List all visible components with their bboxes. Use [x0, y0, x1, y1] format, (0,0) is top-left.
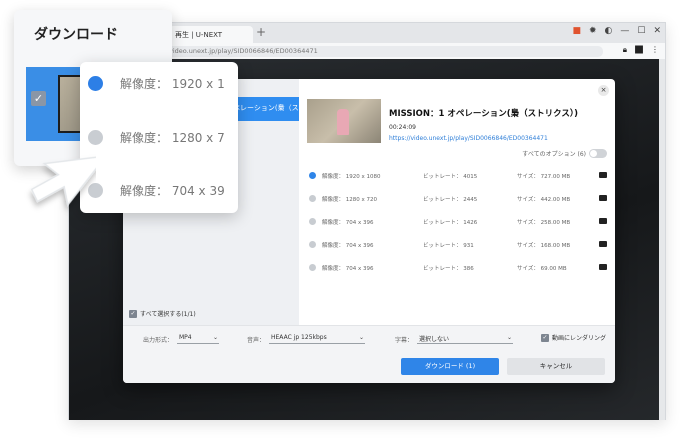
option-resolution: 解像度： 704 x 396	[322, 243, 374, 249]
video-thumbnail	[307, 99, 381, 143]
format-select[interactable]: MP4 ⌄	[177, 332, 219, 344]
option-size: サイズ： 727.00 MB	[517, 174, 571, 180]
audio-label: 音声：	[247, 337, 266, 344]
dialog-footer: 出力形式： MP4 ⌄ 音声： HEAAC jp 125kbps ⌄ 字幕： 選…	[123, 325, 615, 383]
close-icon[interactable]: ✕	[653, 26, 661, 36]
all-options-label: すべてのオプション (6)	[522, 151, 586, 158]
callout-resolution-text: 解像度： 704 x 39	[120, 184, 225, 198]
scrollbar[interactable]	[659, 59, 665, 420]
address-icons: 🔒︎ ⬛︎ ⋮	[623, 45, 659, 55]
chevron-down-icon: ⌄	[212, 334, 218, 341]
new-tab-button[interactable]: +	[256, 25, 266, 39]
audio-select[interactable]: HEAAC jp 125kbps ⌄	[269, 332, 365, 344]
subtitle-value: 選択しない	[419, 336, 450, 343]
callout-resolution-row: 解像度： 1920 x 1	[88, 71, 238, 95]
chevron-down-icon: ⌄	[506, 334, 512, 341]
option-size: サイズ： 258.00 MB	[517, 220, 571, 226]
callout-resolution-row: 解像度： 1280 x 7	[88, 125, 238, 149]
download-button[interactable]: ダウンロード (1)	[401, 358, 499, 375]
audio-value: HEAAC jp 125kbps	[271, 334, 327, 341]
quality-option-row[interactable]: 解像度： 1920 x 1080 ビットレート： 4015 サイズ： 727.0…	[309, 169, 607, 183]
quality-option-row[interactable]: 解像度： 704 x 396 ビットレート： 1426 サイズ： 258.00 …	[309, 215, 607, 229]
option-bitrate: ビットレート： 1426	[423, 220, 478, 226]
window-controls: ■ ✹ ◐ — ☐ ✕	[572, 26, 661, 36]
video-title: MISSION：1 オペレーション(梟（ストリクス）)	[389, 109, 578, 119]
option-resolution: 解像度： 1280 x 720	[322, 197, 377, 203]
browser-tab[interactable]: 再生 | U-NEXT	[169, 26, 253, 43]
callout-radio	[88, 76, 103, 91]
quality-radio[interactable]	[309, 218, 316, 225]
format-label: 出力形式：	[143, 337, 174, 344]
render-checkbox[interactable]: ✓	[541, 333, 549, 342]
callout-resolution-text: 解像度： 1280 x 7	[120, 131, 225, 145]
video-format-icon	[599, 172, 607, 178]
option-resolution: 解像度： 704 x 396	[322, 220, 374, 226]
select-all[interactable]: ✓ すべて選択する(1/1)	[129, 309, 196, 318]
video-list-item[interactable]: ペレーション(梟（ス...	[229, 97, 299, 121]
video-url-link[interactable]: https://video.unext.jp/play/SID0066846/E…	[389, 135, 548, 142]
quality-radio[interactable]	[309, 264, 316, 271]
gift-icon[interactable]: ■	[572, 26, 581, 36]
subtitle-select[interactable]: 選択しない ⌄	[417, 332, 513, 344]
option-resolution: 解像度： 1920 x 1080	[322, 174, 381, 180]
maximize-icon[interactable]: ☐	[637, 26, 645, 36]
extension-icon[interactable]: ⬛︎	[635, 45, 643, 55]
select-all-label: すべて選択する(1/1)	[140, 311, 196, 318]
all-options-toggle[interactable]	[589, 149, 607, 158]
quality-radio[interactable]	[309, 241, 316, 248]
option-size: サイズ： 442.00 MB	[517, 197, 571, 203]
option-resolution: 解像度： 704 x 396	[322, 266, 374, 272]
format-value: MP4	[179, 334, 192, 341]
menu-dots-icon[interactable]: ⋮	[651, 45, 659, 55]
lock-icon[interactable]: 🔒︎	[623, 45, 627, 55]
callout-resolution-row: 解像度： 704 x 39	[88, 178, 238, 202]
video-format-icon	[599, 264, 607, 270]
gear-icon[interactable]: ✹	[589, 26, 597, 36]
quality-radio[interactable]	[309, 172, 316, 179]
resolution-callout: 解像度： 1920 x 1 解像度： 1280 x 7 解像度： 704 x 3…	[80, 62, 238, 213]
stage: 再生 | U-NEXT + ■ ✹ ◐ — ☐ ✕ video.unext.jp…	[0, 0, 684, 446]
quality-radio[interactable]	[309, 195, 316, 202]
select-all-checkbox[interactable]: ✓	[129, 309, 137, 318]
option-size: サイズ： 168.00 MB	[517, 243, 571, 249]
render-label: 動画にレンダリング	[552, 335, 607, 342]
option-bitrate: ビットレート： 386	[423, 266, 474, 272]
all-options[interactable]: すべてのオプション (6)	[522, 149, 607, 158]
subtitle-label: 字幕：	[395, 337, 414, 344]
moon-icon[interactable]: ◐	[605, 26, 613, 36]
quality-option-row[interactable]: 解像度： 704 x 396 ビットレート： 386 サイズ： 69.00 MB	[309, 261, 607, 275]
url-field[interactable]: video.unext.jp/play/SID0066846/ED0036447…	[163, 46, 603, 57]
cancel-button[interactable]: キャンセル	[507, 358, 605, 375]
callout-checkbox: ✓	[31, 91, 46, 106]
thumbnail-character	[337, 109, 349, 135]
chevron-down-icon: ⌄	[358, 334, 364, 341]
video-format-icon	[599, 241, 607, 247]
video-format-icon	[599, 195, 607, 201]
option-bitrate: ビットレート： 931	[423, 243, 474, 249]
callout-resolution-text: 解像度： 1920 x 1	[120, 77, 225, 91]
video-duration: 00:24:09	[389, 124, 416, 131]
download-callout-title: ダウンロード	[34, 27, 118, 43]
option-bitrate: ビットレート： 4015	[423, 174, 478, 180]
dialog-close-button[interactable]: ×	[598, 85, 609, 96]
option-size: サイズ： 69.00 MB	[517, 266, 567, 272]
quality-option-row[interactable]: 解像度： 704 x 396 ビットレート： 931 サイズ： 168.00 M…	[309, 238, 607, 252]
quality-option-row[interactable]: 解像度： 1280 x 720 ビットレート： 2445 サイズ： 442.00…	[309, 192, 607, 206]
minimize-icon[interactable]: —	[620, 26, 629, 36]
mouse-cursor-icon	[30, 155, 96, 207]
render-option[interactable]: ✓ 動画にレンダリング	[541, 333, 606, 342]
option-bitrate: ビットレート： 2445	[423, 197, 478, 203]
video-format-icon	[599, 218, 607, 224]
